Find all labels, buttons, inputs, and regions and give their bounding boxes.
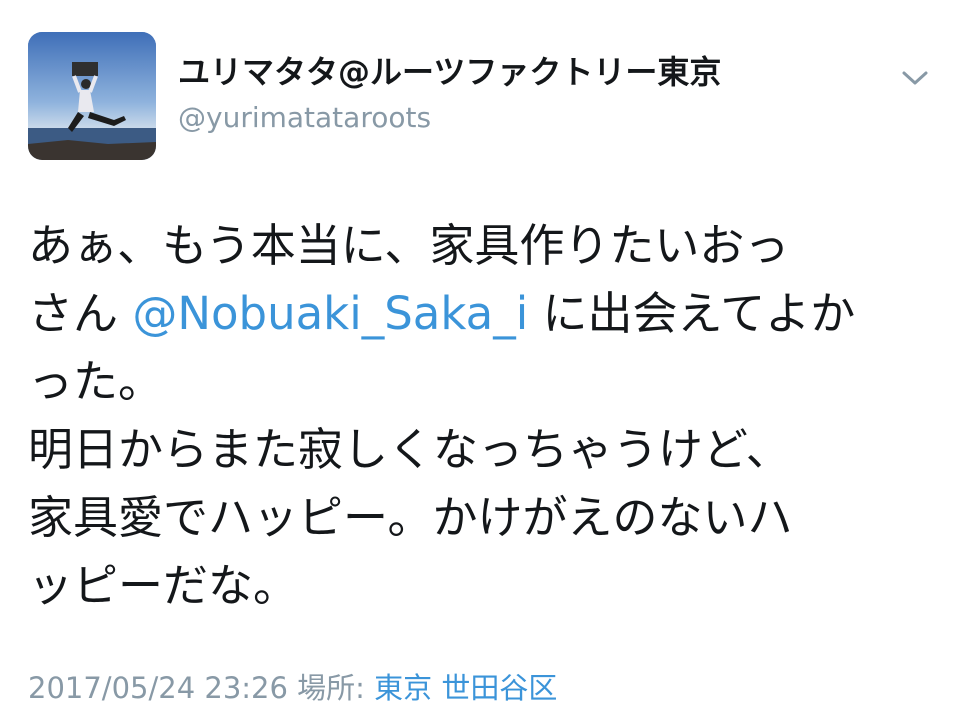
tweet-text-segment: に出会えてよか xyxy=(528,287,856,340)
chevron-down-icon xyxy=(902,71,928,85)
display-name[interactable]: ユリマタタ@ルーツファクトリー東京 xyxy=(178,50,721,94)
user-handle[interactable]: @yurimatataroots xyxy=(178,98,721,138)
tweet-meta: 2017/05/24 23:26 場所: 東京 世田谷区 xyxy=(28,668,557,708)
avatar[interactable] xyxy=(28,32,156,160)
tweet-menu-button[interactable] xyxy=(900,68,930,88)
tweet-line-with-mention: さん @Nobuaki_Saka_i に出会えてよか xyxy=(28,280,932,348)
tweet-card: ユリマタタ@ルーツファクトリー東京 @yurimatataroots あぁ、もう… xyxy=(0,0,960,720)
location-ward-link[interactable]: 世田谷区 xyxy=(441,671,557,705)
avatar-photo-icon xyxy=(28,32,156,160)
location-city-link[interactable]: 東京 xyxy=(374,671,432,705)
tweet-line: 家具愛でハッピー。かけがえのないハ xyxy=(28,491,793,544)
tweet-text: あぁ、もう本当に、家具作りたいおっ さん @Nobuaki_Saka_i に出会… xyxy=(28,212,932,620)
tweet-text-segment: さん xyxy=(28,287,133,340)
timestamp[interactable]: 2017/05/24 23:26 xyxy=(28,671,288,705)
location-label: 場所: xyxy=(297,671,365,705)
tweet-line: 明日からまた寂しくなっちゃうけど、 xyxy=(28,423,791,476)
tweet-header: ユリマタタ@ルーツファクトリー東京 @yurimatataroots xyxy=(28,32,932,162)
tweet-line: った。 xyxy=(28,355,164,408)
user-names: ユリマタタ@ルーツファクトリー東京 @yurimatataroots xyxy=(178,50,721,138)
tweet-line: あぁ、もう本当に、家具作りたいおっ xyxy=(28,219,790,272)
mention-link[interactable]: @Nobuaki_Saka_i xyxy=(132,287,528,340)
tweet-line: ッピーだな。 xyxy=(28,559,299,612)
